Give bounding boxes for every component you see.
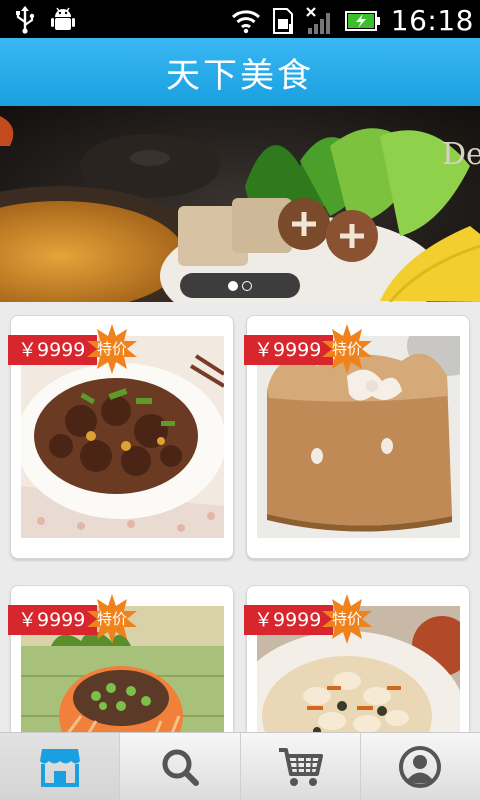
status-bar: 16:18 xyxy=(0,0,480,38)
store-icon xyxy=(39,748,80,787)
discount-badge: 特价 xyxy=(322,324,372,374)
price-tag: ￥9999 xyxy=(8,605,98,635)
wifi-icon xyxy=(231,9,260,33)
discount-badge-label: 特价 xyxy=(96,610,127,628)
banner-partial-text: De xyxy=(442,137,480,172)
price-tag: ￥9999 xyxy=(8,335,98,365)
tab-home[interactable] xyxy=(0,733,121,800)
search-icon xyxy=(162,749,199,786)
carousel-indicator xyxy=(180,273,300,298)
price-tag: ￥9999 xyxy=(244,605,334,635)
battery-charging-icon xyxy=(344,10,380,31)
profile-icon xyxy=(399,745,442,788)
product-grid: ￥9999 特价 ￥9999 特价 ￥9999 特价 ￥9999 特价 xyxy=(0,302,480,732)
tab-search[interactable] xyxy=(120,733,241,800)
discount-badge: 特价 xyxy=(322,594,372,644)
discount-badge-label: 特价 xyxy=(331,610,362,628)
price-tag: ￥9999 xyxy=(244,335,334,365)
discount-badge-label: 特价 xyxy=(96,340,127,358)
app-header: 天下美食 xyxy=(0,38,480,106)
no-signal-icon xyxy=(306,6,330,34)
carousel-dot-2[interactable] xyxy=(242,280,252,291)
discount-badge: 特价 xyxy=(87,594,137,644)
bottom-tab-bar xyxy=(0,732,480,800)
sim-icon xyxy=(272,7,293,34)
discount-badge: 特价 xyxy=(87,324,137,374)
tab-profile[interactable] xyxy=(361,733,480,800)
cart-icon xyxy=(279,747,324,786)
usb-icon xyxy=(16,6,35,34)
carousel-dot-1[interactable] xyxy=(228,280,238,291)
tab-cart[interactable] xyxy=(241,733,361,800)
discount-badge-label: 特价 xyxy=(331,340,362,358)
page-title: 天下美食 xyxy=(166,55,314,96)
android-debug-icon xyxy=(51,7,75,30)
clock: 16:18 xyxy=(390,4,474,37)
